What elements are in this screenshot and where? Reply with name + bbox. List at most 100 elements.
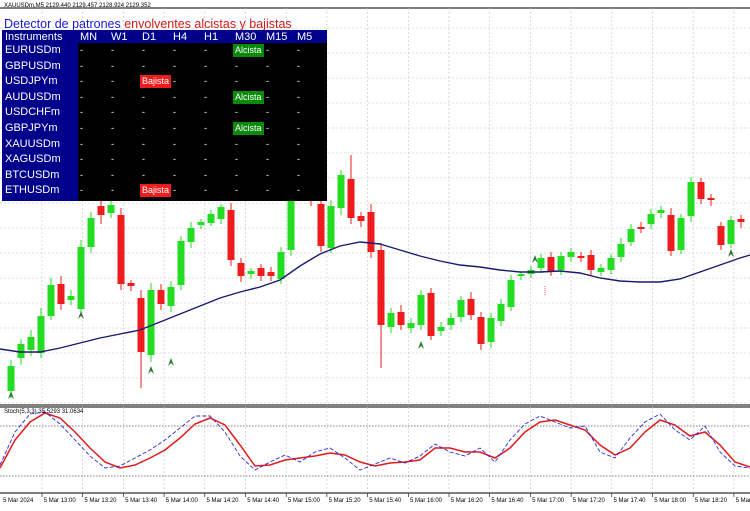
candle-body xyxy=(597,268,605,272)
timeframe-header-h4: H4 xyxy=(173,31,188,43)
candle-body xyxy=(207,214,215,223)
signal-cell: - xyxy=(142,91,145,102)
signal-cell: - xyxy=(266,60,269,71)
signal-cell: - xyxy=(204,107,207,118)
stochastic-label: Stoch(5,3,3) 35.5293 31.0634 xyxy=(4,409,84,415)
time-axis-label: 5 Mar 13:20 xyxy=(84,498,117,504)
time-axis-label: 5 Mar 17:20 xyxy=(572,498,605,504)
signal-cell: - xyxy=(297,107,300,118)
signal-cell: - xyxy=(266,45,269,55)
candle-body xyxy=(227,210,235,260)
time-axis-label: 5 Mar 15:40 xyxy=(369,498,402,504)
signal-cell: - xyxy=(204,76,207,87)
signal-cell: - xyxy=(173,154,176,165)
signal-cell: - xyxy=(235,60,238,71)
candle-body xyxy=(707,198,715,200)
time-axis-label: 5 Mar 18:20 xyxy=(694,498,727,504)
instrument-xagusdm: XAGUSDm xyxy=(5,153,61,166)
instrument-xauusdm: XAUUSDm xyxy=(5,137,61,150)
signal-cell: - xyxy=(173,76,176,87)
signal-cell: - xyxy=(297,76,300,87)
symbol-info: XAUUSDm,M5 2129.440 2129.457 2128.924 21… xyxy=(4,3,151,9)
timeframe-header-mn: MN xyxy=(80,31,98,43)
candle-body xyxy=(437,327,445,331)
signal-cell: Alcista xyxy=(233,44,264,57)
instrument-usdjpym: USDJPYm xyxy=(5,75,58,88)
signal-cell: - xyxy=(111,45,114,55)
signal-cell: - xyxy=(266,76,269,87)
signal-cell: - xyxy=(297,154,300,165)
signal-cell: - xyxy=(80,76,83,87)
signal-cell: - xyxy=(142,45,145,55)
candle-body xyxy=(197,222,205,225)
candle-body xyxy=(557,256,565,270)
signal-cell: - xyxy=(266,169,269,180)
bullish-arrow-icon xyxy=(148,366,154,374)
pattern-detector-panel: Instruments MN W1 D1 H4 H1 M30 M15 M5 EURUSDm - - - -… xyxy=(2,30,327,201)
instrument-ethusdm: ETHUSDm xyxy=(5,184,60,197)
candle-body xyxy=(77,247,85,309)
candle-body xyxy=(317,204,325,246)
candle-body xyxy=(117,215,125,284)
signal-cell: - xyxy=(235,154,238,165)
signal-cell: - xyxy=(297,185,300,196)
signal-cell: - xyxy=(142,107,145,118)
signal-cell: - xyxy=(80,169,83,180)
candle-body xyxy=(17,344,25,358)
signal-cell: - xyxy=(111,138,114,149)
time-axis-label: 5 Mar 18:00 xyxy=(654,498,687,504)
signal-cell: - xyxy=(142,123,145,133)
title-part2: envolventes alcistas y bajistas xyxy=(124,17,292,31)
bullish-arrow-icon xyxy=(78,311,84,319)
candle-body xyxy=(407,323,415,328)
signal-cell: - xyxy=(142,154,145,165)
signal-cell: - xyxy=(111,76,114,87)
signal-cell: - xyxy=(297,91,300,102)
candle-body xyxy=(417,295,425,325)
signal-cell: - xyxy=(111,154,114,165)
candle-body xyxy=(677,218,685,250)
candle-body xyxy=(367,212,375,252)
time-axis-label: 5 Mar 16:20 xyxy=(450,498,483,504)
signal-cell: - xyxy=(235,107,238,118)
time-axis-label: 5 Mar 14:20 xyxy=(206,498,239,504)
moving-average-line xyxy=(0,241,750,353)
signal-cell: - xyxy=(142,138,145,149)
candle-body xyxy=(57,284,65,304)
timeframe-header-m30: M30 xyxy=(235,31,257,43)
signal-cell: Bajista xyxy=(140,184,171,198)
signal-cell: - xyxy=(80,154,83,165)
time-axis-label: 5 Mar 16:00 xyxy=(410,498,443,504)
time-axis-label: 5 Mar 18:4 xyxy=(735,498,750,504)
signal-cell: - xyxy=(80,107,83,118)
signal-cell: - xyxy=(297,169,300,180)
candle-body xyxy=(627,229,635,242)
candle-body xyxy=(577,256,585,258)
timeframe-header-m5: M5 xyxy=(297,31,313,43)
candle-body xyxy=(537,258,545,268)
candle-body xyxy=(457,300,465,317)
candle-body xyxy=(637,227,645,229)
instrument-btcusdm: BTCUSDm xyxy=(5,168,60,181)
candle-body xyxy=(357,216,365,221)
candle-body xyxy=(587,255,595,270)
candle-body xyxy=(447,318,455,325)
signal-cell: - xyxy=(142,60,145,71)
bullish-arrow-icon xyxy=(418,341,424,349)
candle-body xyxy=(137,298,145,352)
candle-body xyxy=(657,210,665,213)
candle-body xyxy=(477,317,485,344)
instrument-gbpusdm: GBPUSDm xyxy=(5,59,61,72)
candle-body xyxy=(567,252,575,257)
timeframe-header-m15: M15 xyxy=(266,31,288,43)
signal-cell: Bajista xyxy=(140,75,171,89)
candle-body xyxy=(517,274,525,276)
signal-cell: - xyxy=(111,107,114,118)
signal-cell: - xyxy=(173,185,176,196)
instrument-usdchfm: USDCHFm xyxy=(5,106,60,119)
signal-cell: - xyxy=(235,185,238,196)
candle-body xyxy=(147,290,155,355)
time-axis-label: 5 Mar 13:40 xyxy=(125,498,158,504)
candle-body xyxy=(217,207,225,219)
signal-cell: - xyxy=(235,138,238,149)
